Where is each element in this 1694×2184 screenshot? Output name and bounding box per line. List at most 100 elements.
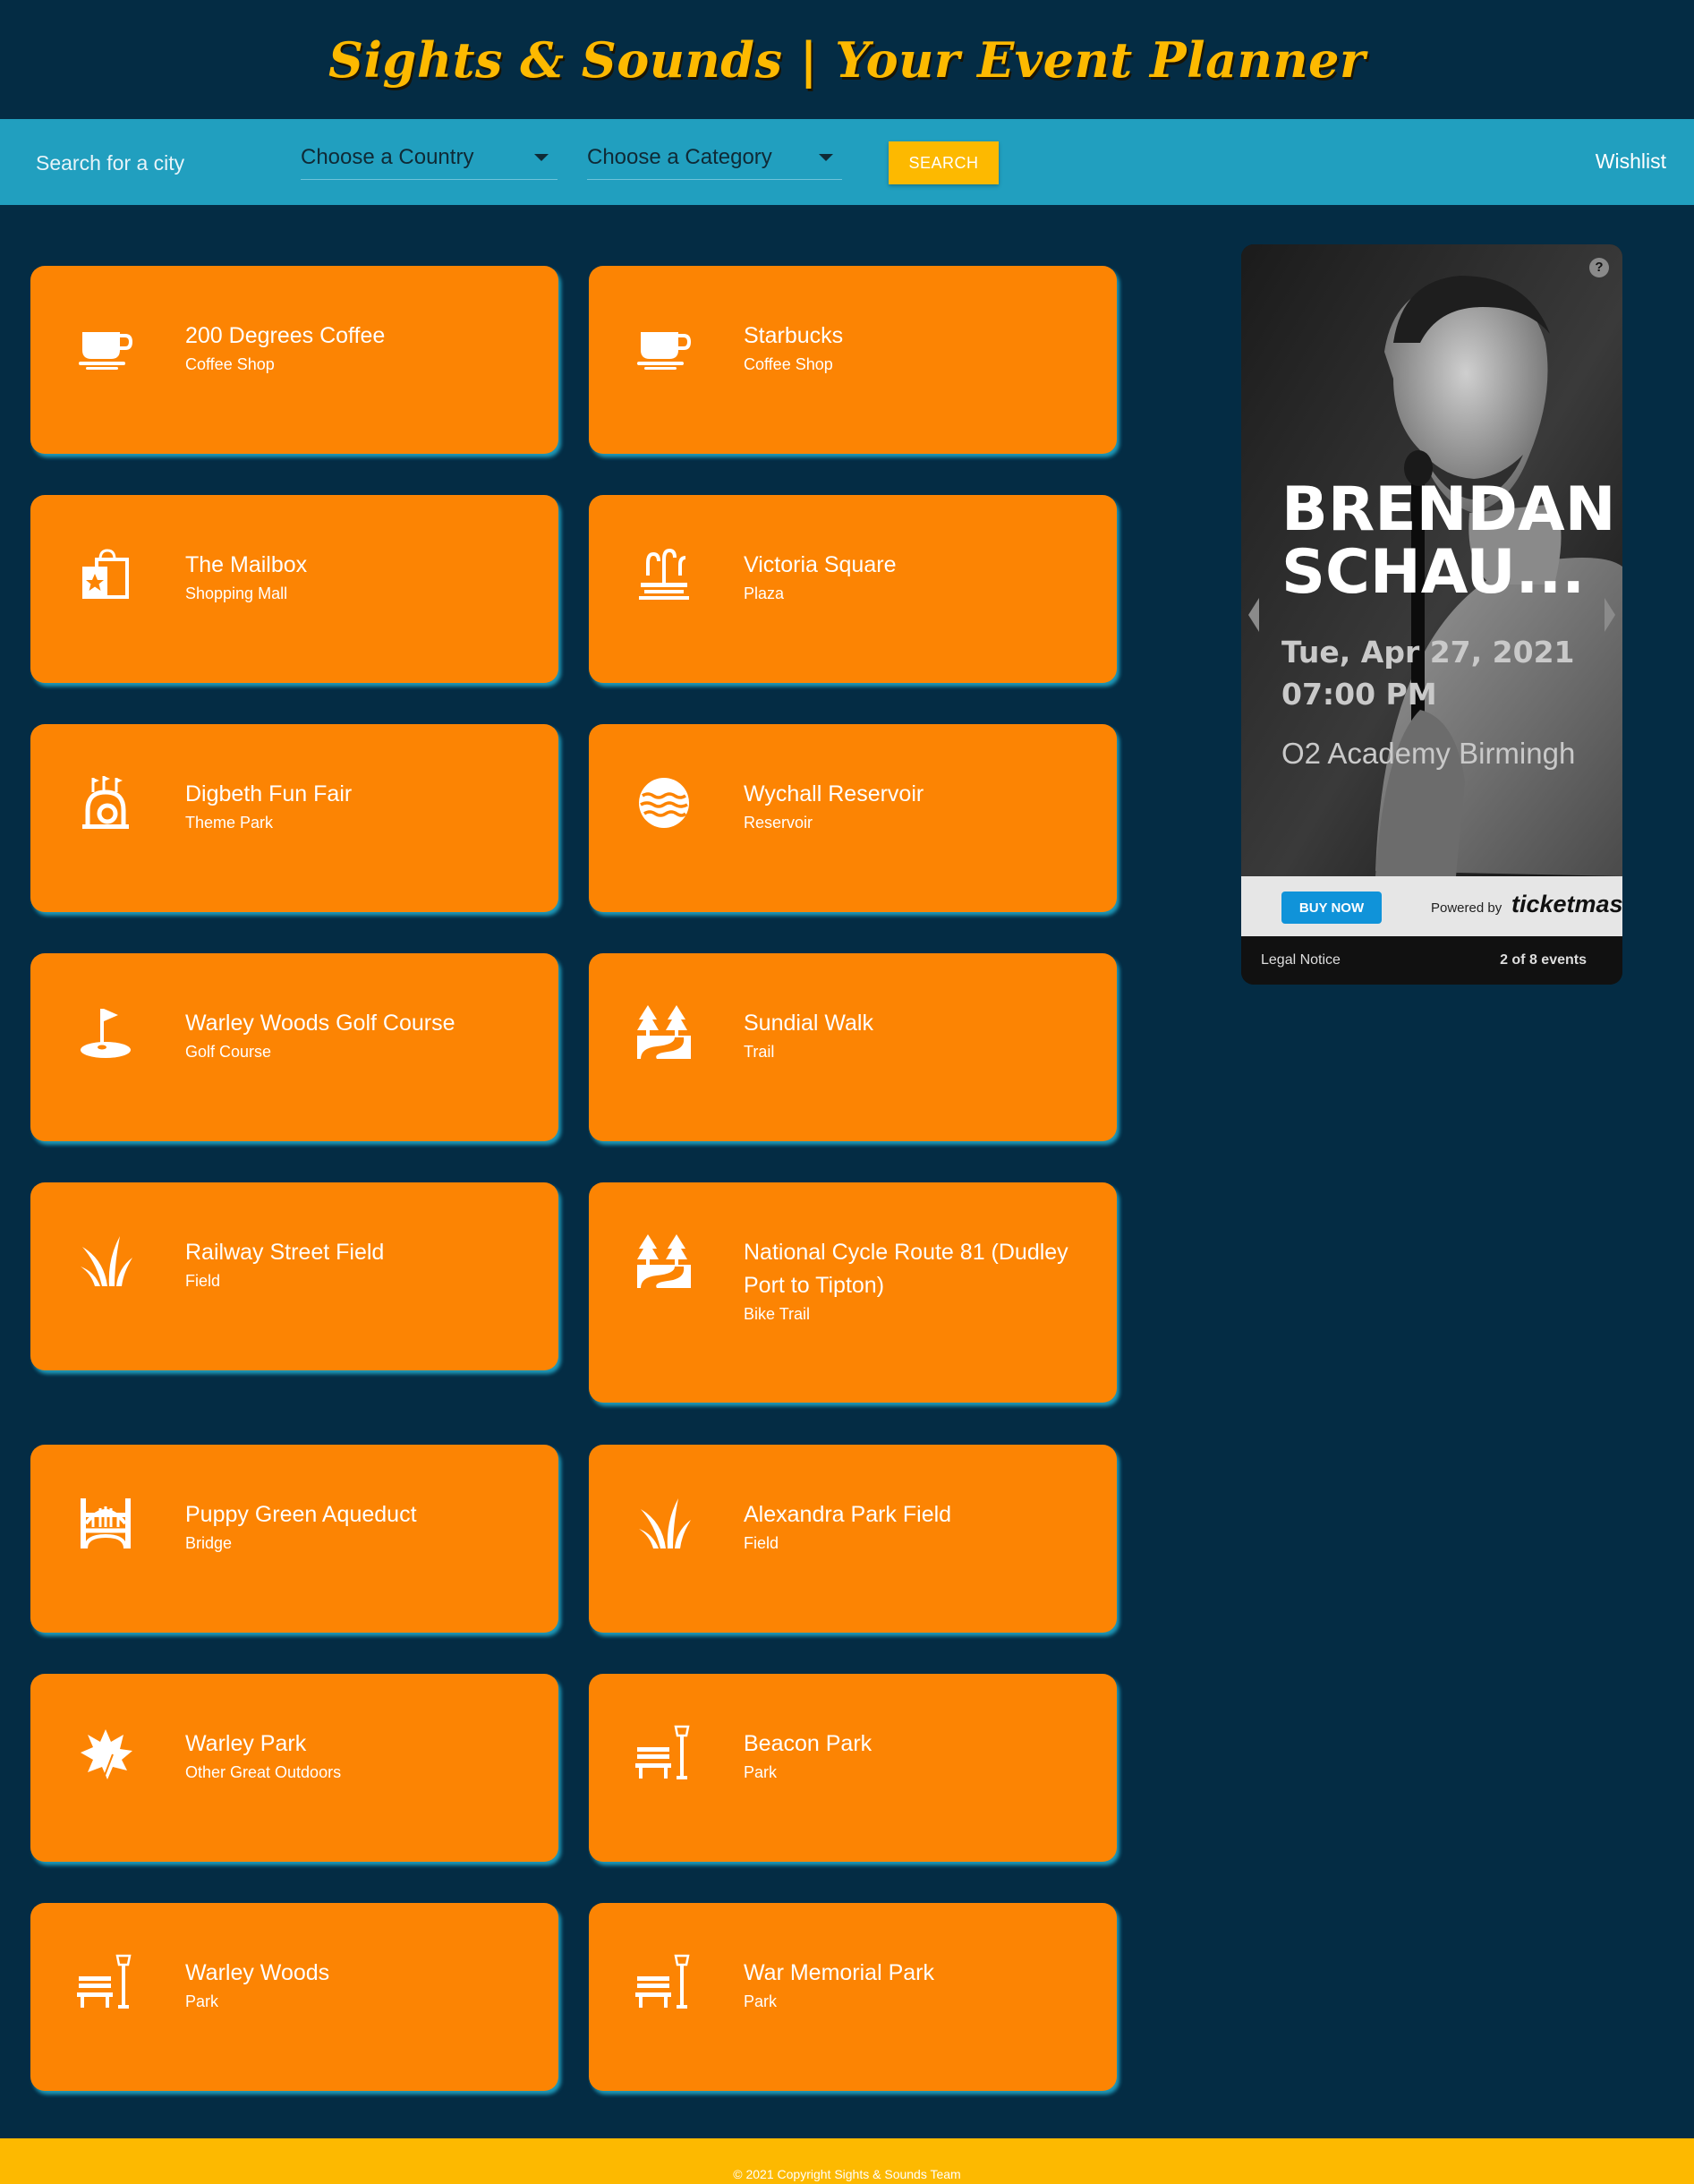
place-name: Sundial Walk Trail (744, 1007, 1093, 1063)
rollercoaster-icon (77, 774, 134, 832)
coffee-icon (77, 316, 134, 373)
place-name: Starbucks Coffee Shop (744, 320, 1093, 376)
previous-arrow-icon[interactable] (1248, 598, 1259, 632)
chevron-down-icon (819, 153, 833, 161)
place-card[interactable]: Sundial Walk Trail (589, 953, 1117, 1141)
place-category: Theme Park (185, 814, 274, 832)
event-name: BRENDAN SCHAU... (1281, 479, 1616, 604)
place-category: Other Great Outdoors (185, 1763, 342, 1781)
place-card[interactable]: War Memorial Park Park (589, 1903, 1117, 2091)
event-date-line: Tue, Apr 27, 2021 (1281, 635, 1575, 670)
country-select-label: Choose a Country (301, 144, 474, 169)
event-name-line: SCHAU... (1281, 537, 1586, 608)
place-category: Trail (744, 1043, 775, 1061)
event-counter: 2 of 8 events (1500, 952, 1587, 968)
place-name: Railway Street Field Field (185, 1236, 534, 1292)
wishlist-link[interactable]: Wishlist (1596, 149, 1666, 174)
bridge-icon (77, 1495, 134, 1552)
chevron-down-icon (534, 153, 549, 161)
place-name: Warley Woods Park (185, 1957, 534, 2013)
place-card[interactable]: Alexandra Park Field Field (589, 1445, 1117, 1633)
place-name: Digbeth Fun Fair Theme Park (185, 778, 534, 834)
grass-icon (77, 1233, 134, 1290)
help-icon[interactable]: ? (1589, 258, 1609, 277)
ad-buy-bar: BUY NOW Powered by ticketmaster (1241, 876, 1622, 936)
place-category: Park (744, 1763, 778, 1781)
place-name-text: Alexandra Park Field (744, 1502, 952, 1527)
place-name-text: Warley Woods Golf Course (185, 1011, 455, 1036)
place-name: Beacon Park Park (744, 1728, 1093, 1784)
place-name-text: National Cycle Route 81 (Dudley Port to … (744, 1240, 1068, 1298)
place-category: Coffee Shop (744, 355, 833, 373)
trail-icon (635, 1003, 693, 1061)
place-category: Golf Course (185, 1043, 272, 1061)
place-card[interactable]: National Cycle Route 81 (Dudley Port to … (589, 1182, 1117, 1403)
powered-by-label: Powered by (1431, 900, 1502, 916)
place-category: Park (744, 1992, 778, 2010)
place-name-text: Warley Park (185, 1731, 307, 1756)
place-card[interactable]: The Mailbox Shopping Mall (30, 495, 558, 683)
place-name: Warley Woods Golf Course Golf Course (185, 1007, 534, 1063)
copyright-text: © 2021 Copyright Sights & Sounds Team (733, 2167, 961, 2181)
place-category: Field (744, 1534, 779, 1552)
place-name-text: Railway Street Field (185, 1240, 385, 1265)
place-name: Wychall Reservoir Reservoir (744, 778, 1093, 834)
category-select[interactable]: Choose a Category (587, 135, 842, 180)
park-bench-icon (635, 1724, 693, 1781)
place-card[interactable]: Starbucks Coffee Shop (589, 266, 1117, 454)
coffee-icon (635, 316, 693, 373)
country-select[interactable]: Choose a Country (301, 135, 558, 180)
leaf-icon (77, 1724, 134, 1781)
buy-now-button[interactable]: BUY NOW (1281, 892, 1382, 924)
place-name-text: War Memorial Park (744, 1960, 934, 1985)
place-category: Park (185, 1992, 219, 2010)
place-card[interactable]: Victoria Square Plaza (589, 495, 1117, 683)
reservoir-icon (635, 774, 693, 832)
place-card[interactable]: Wychall Reservoir Reservoir (589, 724, 1117, 912)
event-time-line: 07:00 PM (1281, 677, 1437, 712)
place-name-text: Digbeth Fun Fair (185, 781, 353, 806)
trail-icon (635, 1233, 693, 1290)
search-button[interactable]: SEARCH (889, 141, 999, 184)
place-name: War Memorial Park Park (744, 1957, 1093, 2013)
place-card[interactable]: Beacon Park Park (589, 1674, 1117, 1862)
category-select-label: Choose a Category (587, 144, 772, 169)
place-name-text: Warley Woods (185, 1960, 330, 1985)
place-category: Bridge (185, 1534, 233, 1552)
place-card[interactable]: Puppy Green Aqueduct Bridge (30, 1445, 558, 1633)
place-name-text: Starbucks (744, 323, 844, 348)
ticketmaster-ad[interactable]: ? BRENDAN SCHAU... Tue, Apr 27, 2021 07:… (1241, 244, 1622, 985)
place-category: Bike Trail (744, 1305, 811, 1323)
place-card[interactable]: Digbeth Fun Fair Theme Park (30, 724, 558, 912)
place-name-text: Sundial Walk (744, 1011, 873, 1036)
place-card[interactable]: Warley Woods Park (30, 1903, 558, 2091)
place-name-text: Beacon Park (744, 1731, 873, 1756)
place-name: 200 Degrees Coffee Coffee Shop (185, 320, 534, 376)
place-name: Warley Park Other Great Outdoors (185, 1728, 534, 1784)
place-name: Victoria Square Plaza (744, 549, 1093, 605)
shopping-bag-icon (77, 545, 134, 602)
legal-notice-link[interactable]: Legal Notice (1261, 952, 1341, 968)
site-title: Sights & Sounds | Your Event Planner (328, 30, 1366, 89)
place-category: Field (185, 1272, 221, 1290)
place-card[interactable]: Warley Park Other Great Outdoors (30, 1674, 558, 1862)
place-card[interactable]: Warley Woods Golf Course Golf Course (30, 953, 558, 1141)
place-name-text: Wychall Reservoir (744, 781, 924, 806)
site-footer: © 2021 Copyright Sights & Sounds Team (0, 2138, 1694, 2184)
place-category: Coffee Shop (185, 355, 275, 373)
place-card[interactable]: Railway Street Field Field (30, 1182, 558, 1370)
navbar: Choose a Country Choose a Category SEARC… (0, 119, 1694, 205)
place-name: Alexandra Park Field Field (744, 1498, 1093, 1555)
place-name-text: 200 Degrees Coffee (185, 323, 386, 348)
place-card[interactable]: 200 Degrees Coffee Coffee Shop (30, 266, 558, 454)
city-search-input[interactable] (36, 142, 268, 183)
place-name-text: Victoria Square (744, 552, 897, 577)
site-header: Sights & Sounds | Your Event Planner (0, 0, 1694, 119)
grass-icon (635, 1495, 693, 1552)
park-bench-icon (77, 1953, 134, 2010)
park-bench-icon (635, 1953, 693, 2010)
event-name-line: BRENDAN (1281, 474, 1616, 545)
place-name-text: Puppy Green Aqueduct (185, 1502, 417, 1527)
place-name: The Mailbox Shopping Mall (185, 549, 534, 605)
ad-footer: Legal Notice 2 of 8 events (1241, 936, 1622, 985)
